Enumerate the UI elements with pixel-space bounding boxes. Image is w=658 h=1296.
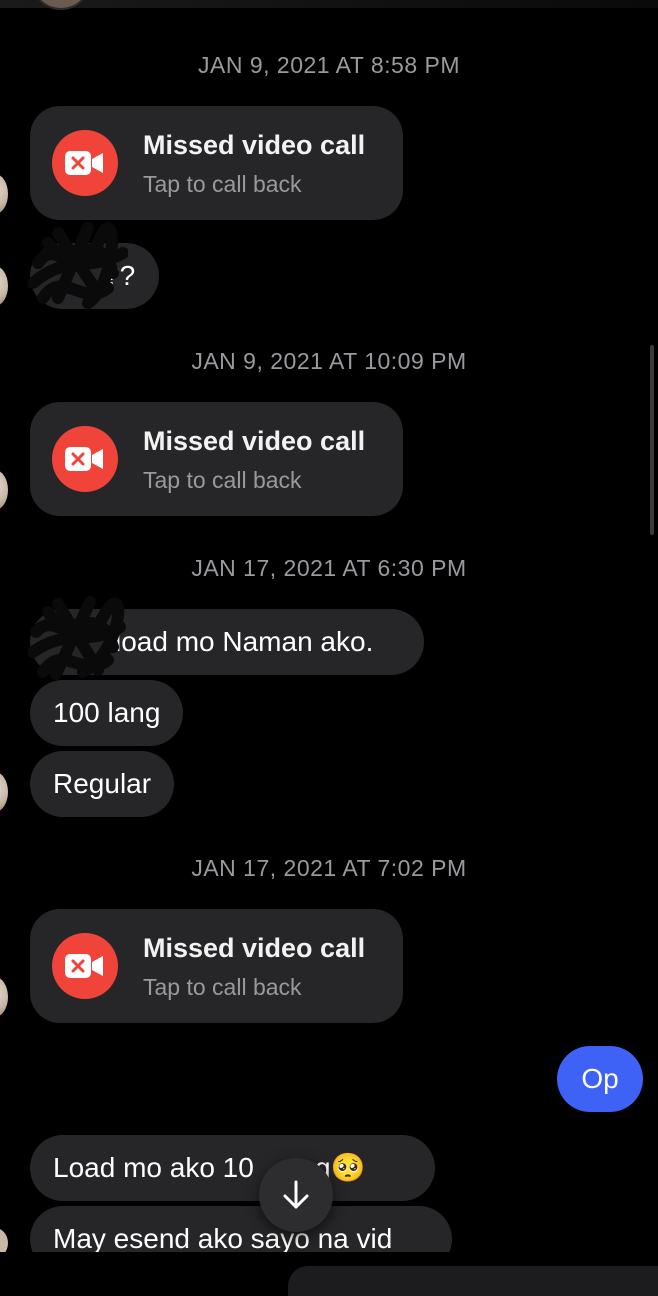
scribble-redaction xyxy=(28,596,126,680)
timestamp: JAN 9, 2021 AT 10:09 PM xyxy=(191,348,467,374)
call-subtitle: Tap to call back xyxy=(143,467,302,493)
message-text: load mo Naman ako. xyxy=(115,626,374,657)
call-title: Missed video call xyxy=(143,933,366,963)
scroll-to-bottom-button[interactable] xyxy=(259,1158,333,1232)
message-text: Regular xyxy=(53,768,152,799)
timestamp: JAN 17, 2021 AT 7:02 PM xyxy=(191,855,467,881)
message-text: Load mo ako 10 xyxy=(53,1152,254,1183)
call-title: Missed video call xyxy=(143,426,366,456)
call-title: Missed video call xyxy=(143,130,366,160)
missed-video-call-icon xyxy=(52,933,118,999)
message-text: May esend ako sayo na vid xyxy=(53,1223,393,1254)
missed-video-call-card[interactable]: Missed video call Tap to call back xyxy=(30,909,403,1023)
missed-video-call-card[interactable]: Missed video call Tap to call back xyxy=(30,106,403,220)
sender-avatar[interactable] xyxy=(0,470,8,510)
sender-avatar[interactable] xyxy=(0,174,8,214)
top-bar xyxy=(0,0,658,8)
call-subtitle: Tap to call back xyxy=(143,974,302,1000)
message-text: 100 lang xyxy=(53,697,161,728)
timestamp: JAN 17, 2021 AT 6:30 PM xyxy=(191,555,467,581)
missed-video-call-icon xyxy=(52,426,118,492)
message-bubble[interactable]: Load mo ako 10 ang🥺 xyxy=(30,1135,435,1201)
missed-video-call-card[interactable]: Missed video call Tap to call back xyxy=(30,402,403,516)
message-bubble[interactable]: Regular xyxy=(30,751,175,817)
message-text: Op xyxy=(581,1063,619,1094)
timestamp: JAN 9, 2021 AT 8:58 PM xyxy=(197,52,460,78)
sender-avatar[interactable] xyxy=(0,772,8,812)
sent-message-bubble[interactable]: Op xyxy=(557,1046,643,1112)
arrow-down-icon xyxy=(283,1180,309,1209)
composer-edge[interactable] xyxy=(288,1266,658,1296)
scribble-redaction xyxy=(28,222,128,309)
message-bubble[interactable]: 100 lang xyxy=(30,680,184,746)
call-subtitle: Tap to call back xyxy=(143,171,302,197)
missed-video-call-icon xyxy=(52,130,118,196)
sender-avatar[interactable] xyxy=(0,266,8,306)
sender-avatar[interactable] xyxy=(0,977,8,1017)
scrollbar[interactable] xyxy=(650,345,654,535)
